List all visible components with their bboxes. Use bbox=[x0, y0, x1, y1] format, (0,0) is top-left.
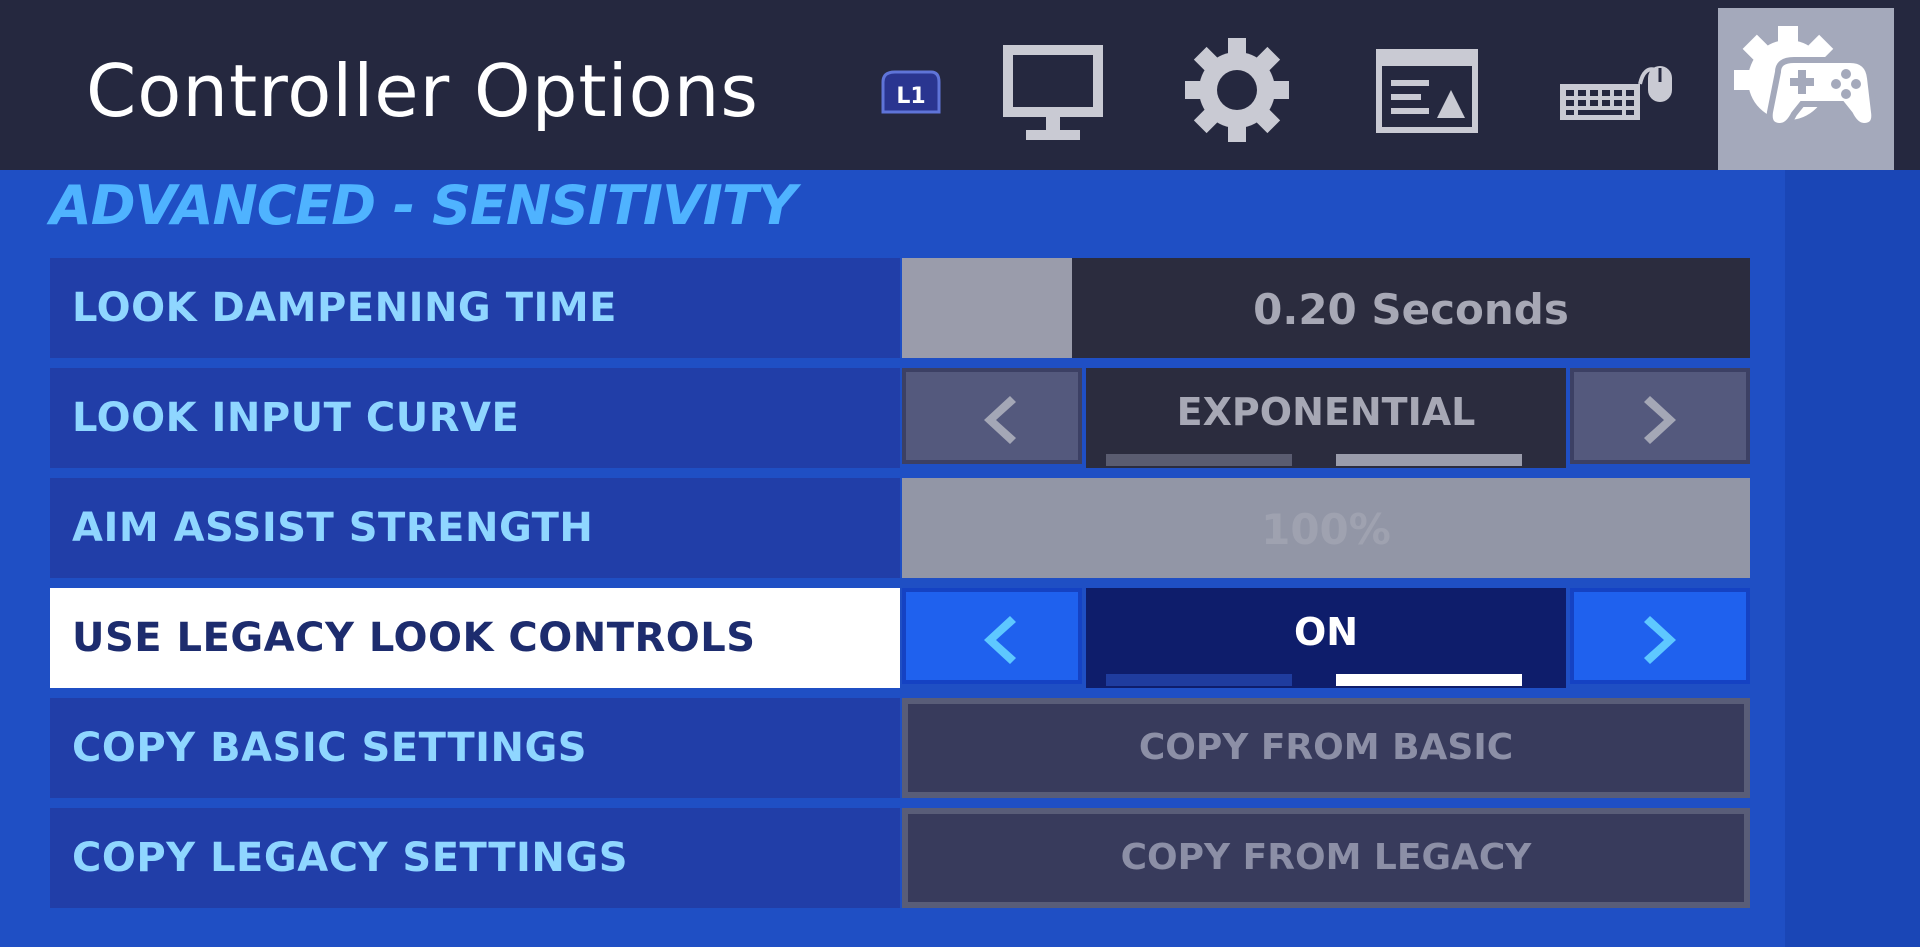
button-label: COPY FROM LEGACY bbox=[1120, 837, 1532, 878]
setting-label: USE LEGACY LOOK CONTROLS bbox=[72, 615, 756, 661]
setting-row-use-legacy-look-controls[interactable]: USE LEGACY LOOK CONTROLS ON bbox=[50, 588, 1750, 692]
setting-label-container: COPY BASIC SETTINGS bbox=[50, 698, 900, 798]
gear-icon bbox=[1185, 38, 1289, 142]
option-value: EXPONENTIAL bbox=[1176, 390, 1476, 434]
setting-label: AIM ASSIST STRENGTH bbox=[72, 505, 594, 551]
option-display: EXPONENTIAL bbox=[1086, 368, 1566, 468]
setting-label-container: LOOK INPUT CURVE bbox=[50, 368, 900, 468]
next-option-button[interactable] bbox=[1570, 368, 1750, 464]
previous-option-button[interactable] bbox=[902, 368, 1082, 464]
option-indicator-active bbox=[1336, 454, 1522, 466]
chevron-left-icon bbox=[984, 396, 1016, 444]
tab-controller[interactable] bbox=[1718, 8, 1894, 170]
next-option-button[interactable] bbox=[1570, 588, 1750, 684]
chevron-right-icon bbox=[1644, 396, 1676, 444]
setting-row-look-input-curve[interactable]: LOOK INPUT CURVE EXPONENTIAL bbox=[50, 368, 1750, 472]
panel-shade bbox=[1785, 170, 1920, 947]
setting-row-look-dampening-time[interactable]: LOOK DAMPENING TIME 0.20 Seconds bbox=[50, 258, 1750, 362]
setting-label: LOOK DAMPENING TIME bbox=[72, 285, 617, 331]
section-heading: ADVANCED - SENSITIVITY bbox=[50, 174, 797, 237]
slider-value: 100% bbox=[1261, 505, 1391, 554]
monitor-icon bbox=[1003, 45, 1103, 140]
option-display: ON bbox=[1086, 588, 1566, 688]
page-title: Controller Options bbox=[86, 49, 759, 133]
top-bar: Controller Options L1 bbox=[0, 0, 1920, 170]
gamepad-gear-icon bbox=[1734, 26, 1878, 130]
aim-assist-slider: 100% bbox=[902, 478, 1750, 578]
look-input-curve-selector[interactable]: EXPONENTIAL bbox=[902, 368, 1750, 468]
keyboard-mouse-icon bbox=[1560, 66, 1672, 120]
l1-label: L1 bbox=[896, 84, 925, 109]
setting-label-container: USE LEGACY LOOK CONTROLS bbox=[50, 588, 900, 688]
legacy-look-controls-selector[interactable]: ON bbox=[902, 588, 1750, 688]
chevron-right-icon bbox=[1644, 616, 1676, 664]
setting-label-container: COPY LEGACY SETTINGS bbox=[50, 808, 900, 908]
tab-game[interactable] bbox=[1175, 10, 1300, 170]
option-indicator bbox=[1106, 674, 1292, 686]
hud-layout-icon bbox=[1376, 49, 1478, 133]
l1-bumper-icon: L1 bbox=[879, 68, 943, 116]
setting-label-container: AIM ASSIST STRENGTH bbox=[50, 478, 900, 578]
slider-value: 0.20 Seconds bbox=[1253, 285, 1569, 334]
setting-row-copy-basic-settings[interactable]: COPY BASIC SETTINGS COPY FROM BASIC bbox=[50, 698, 1750, 802]
look-dampening-slider[interactable]: 0.20 Seconds bbox=[902, 258, 1750, 358]
copy-from-legacy-button[interactable]: COPY FROM LEGACY bbox=[902, 808, 1750, 908]
tab-hud[interactable] bbox=[1365, 10, 1490, 170]
previous-option-button[interactable] bbox=[902, 588, 1082, 684]
button-label: COPY FROM BASIC bbox=[1138, 727, 1514, 768]
copy-from-basic-button[interactable]: COPY FROM BASIC bbox=[902, 698, 1750, 798]
option-indicator bbox=[1106, 454, 1292, 466]
option-value: ON bbox=[1293, 610, 1359, 654]
setting-row-copy-legacy-settings[interactable]: COPY LEGACY SETTINGS COPY FROM LEGACY bbox=[50, 808, 1750, 912]
setting-label: COPY LEGACY SETTINGS bbox=[72, 835, 629, 881]
tab-video[interactable] bbox=[990, 10, 1115, 170]
option-indicator-active bbox=[1336, 674, 1522, 686]
tab-input[interactable] bbox=[1540, 10, 1690, 170]
setting-label-container: LOOK DAMPENING TIME bbox=[50, 258, 900, 358]
setting-label: COPY BASIC SETTINGS bbox=[72, 725, 588, 771]
setting-row-aim-assist-strength: AIM ASSIST STRENGTH 100% bbox=[50, 478, 1750, 582]
chevron-left-icon bbox=[984, 616, 1016, 664]
setting-label: LOOK INPUT CURVE bbox=[72, 395, 520, 441]
